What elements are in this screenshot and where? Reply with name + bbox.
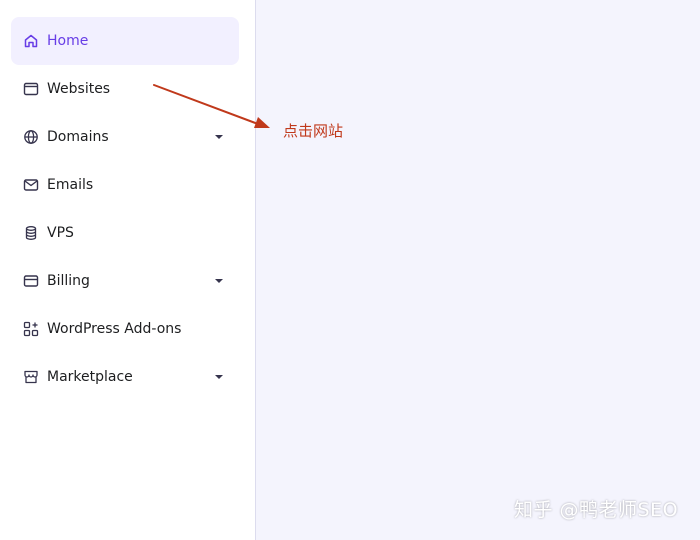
- chevron-down-icon[interactable]: [215, 279, 223, 283]
- chevron-down-icon[interactable]: [215, 375, 223, 379]
- sidebar-item-vps[interactable]: VPS: [11, 209, 239, 257]
- sidebar-item-wordpress-add-ons[interactable]: WordPress Add-ons: [11, 305, 239, 353]
- sidebar-item-marketplace[interactable]: Marketplace: [11, 353, 239, 401]
- sidebar-item-emails[interactable]: Emails: [11, 161, 239, 209]
- database-icon: [25, 226, 37, 240]
- globe-icon: [24, 130, 38, 144]
- watermark: 知乎 @鸭老师SEO: [514, 499, 679, 521]
- home-icon: [24, 34, 38, 48]
- sidebar-item-label: Emails: [47, 177, 94, 193]
- sidebar-item-label: WordPress Add-ons: [47, 321, 182, 337]
- sidebar-item-home[interactable]: Home: [11, 17, 239, 65]
- annotation-label: 点击网站: [283, 122, 344, 140]
- credit-card-icon: [23, 275, 39, 287]
- sidebar-item-label: Marketplace: [47, 369, 133, 385]
- sidebar-item-billing[interactable]: Billing: [11, 257, 239, 305]
- sidebar: Home Websites Domains Emails VPS Billing…: [0, 0, 256, 540]
- sidebar-item-label: Home: [47, 33, 89, 49]
- sidebar-item-domains[interactable]: Domains: [11, 113, 239, 161]
- sidebar-item-label: Domains: [47, 129, 109, 145]
- sidebar-item-label: VPS: [47, 225, 74, 241]
- store-icon: [24, 370, 38, 384]
- mail-icon: [23, 179, 39, 191]
- sidebar-item-label: Billing: [47, 273, 90, 289]
- chevron-down-icon[interactable]: [215, 135, 223, 139]
- browser-window-icon: [23, 82, 39, 96]
- main-content-area: [256, 0, 700, 540]
- app-root: Home Websites Domains Emails VPS Billing…: [0, 0, 700, 540]
- sidebar-item-label: Websites: [47, 81, 111, 97]
- add-ons-grid-icon: [23, 321, 39, 337]
- sidebar-item-websites[interactable]: Websites: [11, 65, 239, 113]
